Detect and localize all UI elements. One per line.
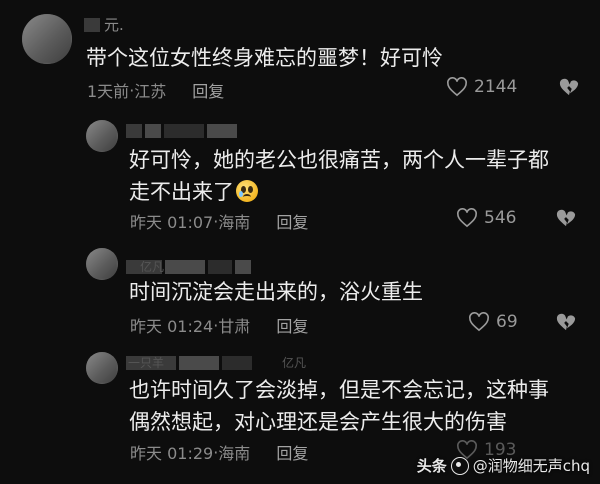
- avatar[interactable]: [22, 14, 72, 64]
- location: 海南: [218, 213, 251, 232]
- comment-line: 时间沉淀会走出来的，浴火重生: [129, 280, 423, 304]
- heart-icon: [469, 312, 489, 332]
- timestamp: 1天前: [87, 82, 130, 101]
- timestamp: 昨天 01:07: [130, 213, 214, 232]
- comment-text: 带个这位女性终身难忘的噩梦！好可怜: [86, 42, 443, 74]
- at-icon: [450, 456, 469, 475]
- location: 甘肃: [218, 317, 251, 336]
- location: 海南: [218, 444, 251, 463]
- dislike-button[interactable]: [555, 312, 577, 336]
- like-count: 546: [484, 208, 517, 228]
- comment-line: 走不出来了: [129, 180, 234, 204]
- timestamp: 昨天 01:29: [130, 444, 214, 463]
- watermark: 头条 @润物细无声chq: [417, 455, 590, 476]
- username[interactable]: 亿凡: [140, 258, 164, 275]
- like-button[interactable]: 2144: [446, 77, 517, 97]
- reply-target-username[interactable]: 亿凡: [282, 354, 306, 371]
- username[interactable]: 元.: [104, 14, 124, 35]
- avatar[interactable]: [86, 352, 118, 384]
- like-button[interactable]: 69: [468, 312, 518, 332]
- comment-line: 偶然想起，对心理还是会产生很大的伤害: [129, 410, 507, 434]
- location: 江苏: [134, 82, 167, 101]
- broken-heart-icon: [556, 209, 576, 227]
- reply-button[interactable]: 回复: [276, 313, 308, 337]
- dislike-button[interactable]: [558, 77, 580, 101]
- reply-button[interactable]: 回复: [276, 209, 308, 233]
- comment-text: 好可怜，她的老公也很痛苦，两个人一辈子都 走不出来了: [129, 144, 549, 208]
- like-count: 2144: [474, 77, 518, 97]
- reply-button[interactable]: 回复: [276, 440, 308, 464]
- like-count: 69: [496, 312, 518, 332]
- dislike-button[interactable]: [555, 208, 577, 232]
- comment-meta: 昨天 01:24 · 甘肃 回复: [130, 313, 308, 337]
- comment-meta: 昨天 01:29 · 海南 回复: [130, 440, 308, 464]
- comment-text: 也许时间久了会淡掉，但是不会忘记，这种事 偶然想起，对心理还是会产生很大的伤害: [129, 374, 549, 438]
- crying-face-emoji-icon: [236, 180, 258, 202]
- watermark-account: @润物细无声chq: [472, 457, 590, 475]
- avatar[interactable]: [86, 120, 118, 152]
- timestamp: 昨天 01:24: [130, 317, 214, 336]
- username-mosaic: [126, 122, 237, 140]
- comment-meta: 1天前 · 江苏 回复: [87, 78, 224, 102]
- username-mosaic: [84, 16, 100, 34]
- comment-line: 带个这位女性终身难忘的噩梦！好可怜: [86, 46, 443, 70]
- comment-thread: 元. 带个这位女性终身难忘的噩梦！好可怜 1天前 · 江苏 回复 2144 好可…: [0, 0, 600, 484]
- reply-button[interactable]: 回复: [192, 78, 224, 102]
- like-button[interactable]: 546: [456, 208, 516, 228]
- watermark-brand: 头条: [416, 457, 447, 475]
- username[interactable]: 一只羊: [128, 354, 164, 371]
- comment-text: 时间沉淀会走出来的，浴火重生: [129, 276, 423, 308]
- avatar[interactable]: [86, 248, 118, 280]
- heart-icon: [447, 77, 467, 97]
- heart-icon: [457, 208, 477, 228]
- comment-meta: 昨天 01:07 · 海南 回复: [130, 209, 308, 233]
- comment-line: 好可怜，她的老公也很痛苦，两个人一辈子都: [129, 148, 549, 172]
- broken-heart-icon: [559, 78, 579, 96]
- comment-line: 也许时间久了会淡掉，但是不会忘记，这种事: [129, 378, 549, 402]
- broken-heart-icon: [556, 313, 576, 331]
